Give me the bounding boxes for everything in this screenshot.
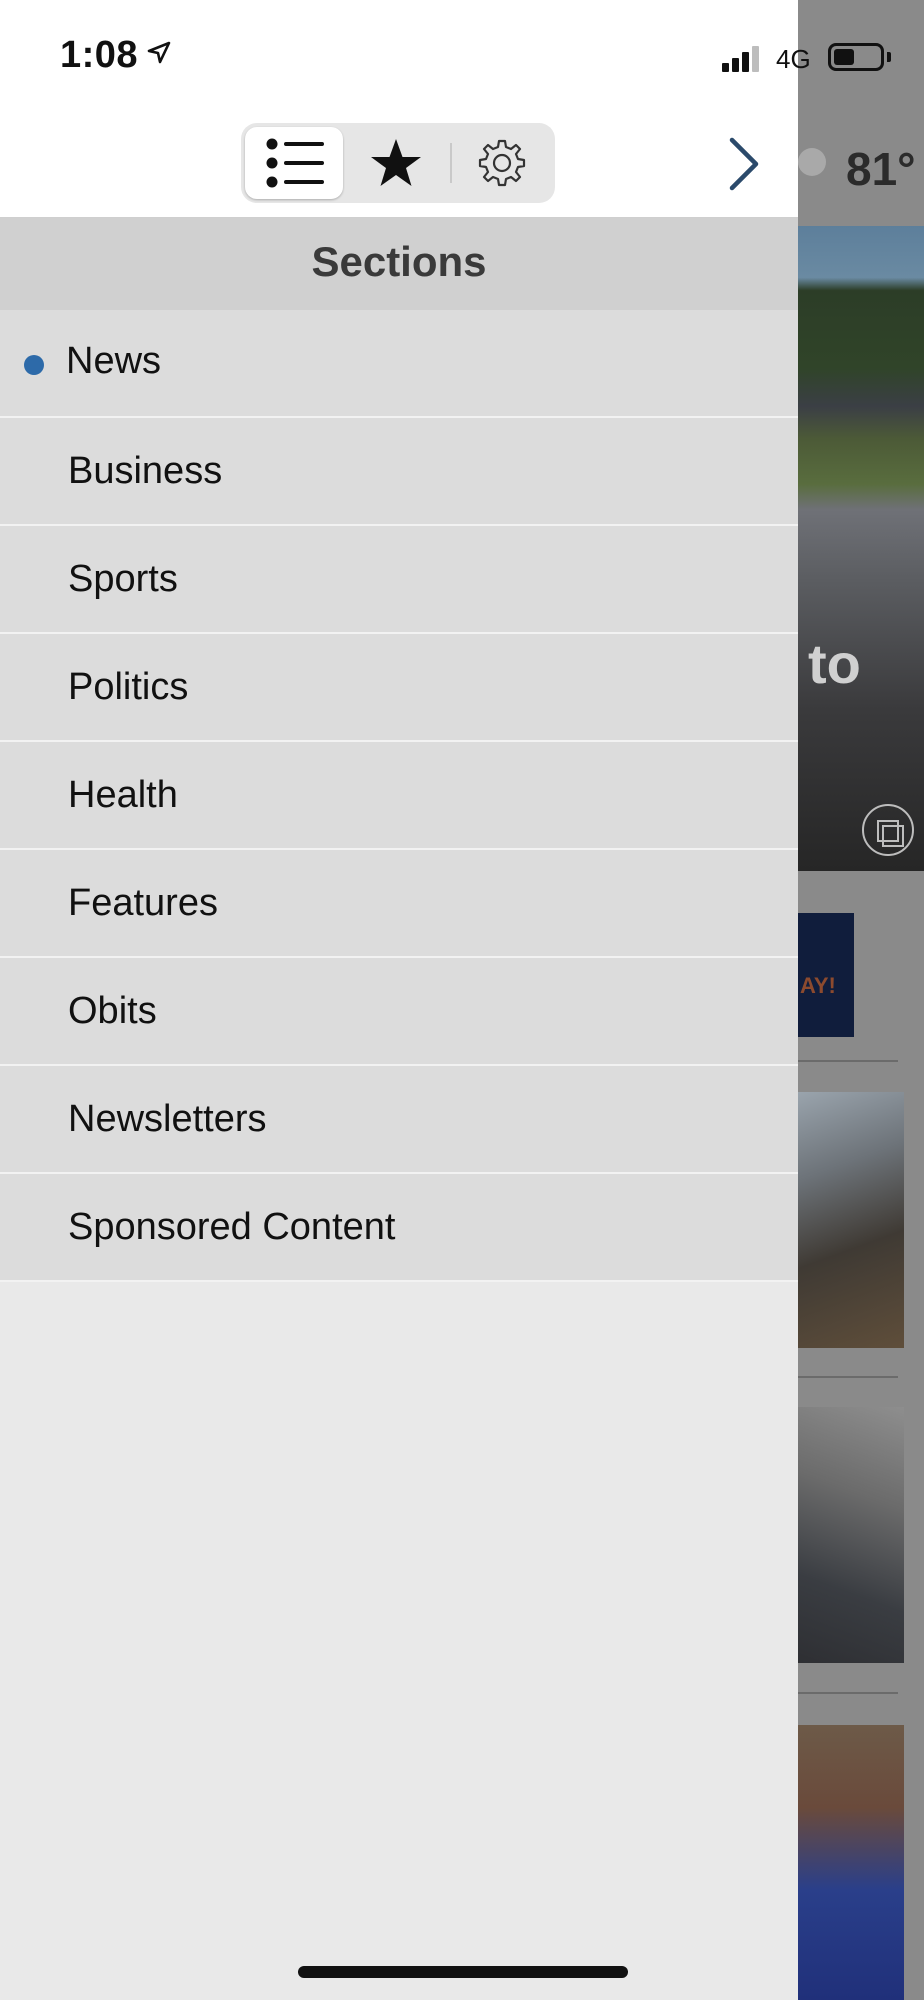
section-label: News: [66, 340, 162, 382]
section-item-politics[interactable]: Politics: [0, 634, 798, 742]
section-item-newsletters[interactable]: Newsletters: [0, 1066, 798, 1174]
drawer-toolbar: [0, 110, 798, 218]
section-item-sponsored-content[interactable]: Sponsored Content: [0, 1174, 798, 1282]
hero-image: to: [798, 226, 924, 871]
chevron-right-icon: [729, 137, 759, 191]
home-indicator[interactable]: [298, 1966, 628, 1978]
sections-list: News Business Sports Politics Health Fea…: [0, 310, 798, 1282]
selected-indicator: [24, 355, 44, 375]
section-label: Health: [68, 774, 178, 816]
section-label: Politics: [68, 666, 189, 708]
section-label: Sponsored Content: [68, 1206, 396, 1248]
section-item-news[interactable]: News: [0, 310, 798, 418]
section-item-health[interactable]: Health: [0, 742, 798, 850]
battery-icon: [828, 43, 884, 71]
star-icon: [371, 139, 421, 186]
tab-settings[interactable]: [453, 127, 551, 199]
gallery-icon: [862, 804, 914, 856]
segmented-control: [241, 123, 555, 203]
divider: [798, 1376, 898, 1378]
section-label: Business: [68, 450, 223, 492]
section-label: Sports: [68, 558, 178, 600]
tab-favorites[interactable]: [347, 127, 445, 199]
sections-drawer: 1:08 Sections News Business Sports Polit…: [0, 0, 798, 2000]
status-time: 1:08: [60, 34, 139, 76]
article-thumbnail: [798, 1092, 904, 1348]
temperature: 81°: [846, 143, 916, 195]
ad-banner: AY!: [798, 913, 854, 1037]
status-bar-right: 4G: [776, 0, 924, 110]
ad-text-fragment: AY!: [800, 973, 836, 998]
cellular-signal-icon: [722, 44, 766, 72]
tab-sections[interactable]: [245, 127, 343, 199]
network-type: 4G: [776, 44, 811, 74]
background-content: 81° to AY!: [798, 0, 924, 2000]
sections-header: Sections: [0, 218, 798, 310]
status-bar: 1:08: [0, 0, 798, 110]
divider: [798, 1060, 898, 1062]
article-thumbnail: [798, 1725, 904, 2000]
battery-tip: [887, 52, 891, 62]
weather-icon: [798, 148, 826, 176]
section-label: Features: [68, 882, 218, 924]
segment-divider: [450, 143, 452, 183]
location-arrow-icon: [147, 41, 171, 64]
section-item-business[interactable]: Business: [0, 418, 798, 526]
gear-icon: [478, 139, 526, 187]
hero-headline-fragment: to: [808, 632, 861, 695]
sections-title: Sections: [311, 238, 487, 285]
section-item-features[interactable]: Features: [0, 850, 798, 958]
next-button[interactable]: [722, 134, 766, 194]
article-thumbnail: [798, 1407, 904, 1663]
section-label: Newsletters: [68, 1098, 267, 1140]
section-item-obits[interactable]: Obits: [0, 958, 798, 1066]
divider: [798, 1692, 898, 1694]
section-label: Obits: [68, 990, 157, 1032]
list-icon: [266, 138, 324, 188]
section-item-sports[interactable]: Sports: [0, 526, 798, 634]
weather-widget: 81°: [798, 120, 924, 220]
